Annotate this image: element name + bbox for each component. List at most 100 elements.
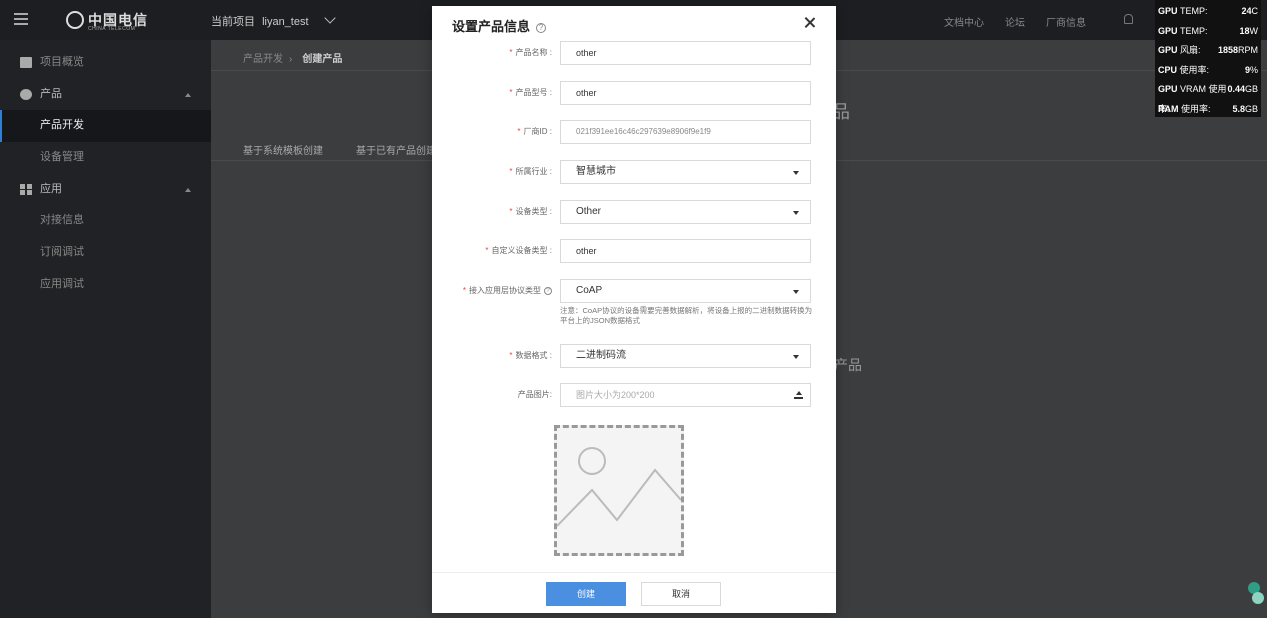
home-icon [20,57,32,68]
monitor-row: GPU 风扇: 1858RPM [1158,41,1258,61]
monitor-unit: W [1249,25,1259,36]
dialog-footer: 创建 取消 [432,572,836,613]
field-label-text: 产品图片: [517,390,552,399]
nav-link-docs[interactable]: 文档中心 [944,14,984,29]
monitor-value: 5.8 [1232,103,1245,114]
monitor-sub: 风扇: [1180,45,1201,55]
help-icon[interactable]: ? [544,286,552,295]
monitor-row: GPU TEMP: 18W [1158,22,1258,42]
floating-assistant-icon[interactable] [1246,580,1267,608]
dialog-title-text: 设置产品信息 [452,19,531,34]
monitor-unit: RPM [1238,45,1258,55]
required-mark: * [509,207,513,216]
monitor-value: 0.44 [1227,84,1245,94]
sidebar-item-label: 设备管理 [40,151,84,164]
cancel-button[interactable]: 取消 [641,582,721,606]
industry-select[interactable]: 智慧城市 [560,160,811,184]
protocol-select[interactable]: CoAP [560,279,811,303]
sidebar-group-product[interactable]: 产品 [0,79,211,111]
hamburger-menu-icon[interactable] [14,13,28,25]
field-label-text: 设备类型 : [515,207,552,216]
field-label: * 产品名称 : [509,47,552,58]
breadcrumb-separator-icon: › [289,54,293,65]
product-icon [20,88,32,100]
product-image-input[interactable]: 图片大小为200*200 [560,383,788,407]
upload-button[interactable] [787,383,811,407]
dialog-header: 设置产品信息? [432,6,836,40]
nav-link-vendor[interactable]: 厂商信息 [1046,14,1086,29]
vendor-id-input[interactable]: 021f391ee16c46c297639e8906f9e1f9 [560,120,811,144]
monitor-sub: 使用率: [1179,64,1210,75]
help-icon[interactable]: ? [536,22,547,33]
close-icon[interactable] [802,15,818,31]
monitor-row: RAM 使用率: 5.8GB [1158,100,1258,120]
monitor-unit: % [1249,64,1258,75]
product-model-input[interactable]: other [560,81,811,105]
form-row-product-model: * 产品型号 : other [432,81,836,105]
field-label: * 所属行业 : [509,166,552,177]
monitor-sub: TEMP: [1180,25,1208,36]
empty-state-text: 产品 [834,357,862,373]
project-label: 当前项目 [211,16,255,28]
field-label: 产品图片: [518,389,552,400]
app-grid-icon [20,183,32,195]
required-mark: * [509,167,513,176]
monitor-label: GPU [1158,6,1178,16]
sidebar-item-label: 应用 [40,182,62,195]
breadcrumb-item[interactable]: 产品开发 [243,54,283,65]
sidebar-item-label: 产品 [40,87,62,100]
form-row-product-image: 产品图片: 图片大小为200*200 [432,383,836,407]
sidebar-item-app-debug[interactable]: 应用调试 [0,269,211,301]
device-type-select[interactable]: Other [560,200,811,224]
hardware-monitor-overlay: GPU TEMP: 24C GPU TEMP: 18W GPU 风扇: 1858RPM… [1155,0,1261,117]
form-row-industry: * 所属行业 : 智慧城市 [432,160,836,184]
monitor-row: GPU VRAM 使用率: 0.44GB [1158,80,1258,114]
chevron-up-icon [185,92,191,97]
required-mark: * [509,351,513,360]
monitor-row: GPU TEMP: 24C [1158,2,1258,22]
form-row-vendor-id: * 厂商ID : 021f391ee16c46c297639e8906f9e1f9 [432,120,836,144]
monitor-label: RAM [1158,103,1179,114]
field-label: * 产品型号 : [509,87,552,98]
sidebar-item-subscription-debug[interactable]: 订阅调试 [0,237,211,269]
tab-system-template[interactable]: 基于系统模板创建 [243,142,323,157]
monitor-label: GPU [1158,25,1178,36]
field-label: * 接入应用层协议类型? [463,285,552,296]
sidebar-item-connect-info[interactable]: 对接信息 [0,205,211,237]
monitor-label: GPU [1158,84,1178,94]
form-row-product-name: * 产品名称 : other [432,41,836,65]
field-label: * 数据格式 : [509,350,552,361]
sidebar-item-label: 项目概览 [40,56,84,68]
sidebar-group-app[interactable]: 应用 [0,174,211,206]
field-label: * 设备类型 : [509,206,552,217]
tab-existing-product[interactable]: 基于已有产品创建 [356,142,436,157]
form-row-custom-device-type: * 自定义设备类型 : other [432,239,836,263]
bell-icon[interactable] [1124,14,1133,24]
sidebar-item-product-dev[interactable]: 产品开发 [0,110,211,143]
required-mark: * [509,88,513,97]
sidebar-item-overview[interactable]: 项目概览 [0,47,211,79]
nav-link-forum[interactable]: 论坛 [1005,14,1025,29]
sidebar: 项目概览 产品 产品开发 设备管理 应用 对接信息 订阅调试 应用调试 [0,40,211,618]
project-selector[interactable]: 当前项目 liyan_test [211,12,336,29]
monitor-value: 24 [1241,6,1252,16]
create-button[interactable]: 创建 [546,582,626,606]
sidebar-item-label: 应用调试 [40,277,84,290]
field-label: * 厂商ID : [517,126,552,137]
custom-device-type-input[interactable]: other [560,239,811,263]
required-mark: * [509,48,513,57]
sidebar-item-label: 产品开发 [40,119,84,132]
product-name-input[interactable]: other [560,41,811,65]
chevron-down-icon [323,12,336,24]
field-label-text: 所属行业 : [515,167,552,176]
protocol-note: 注意：CoAP协议的设备需要完善数据解析，将设备上报的二进制数据转换为平台上的J… [560,306,813,325]
data-format-select[interactable]: 二进制码流 [560,344,811,368]
required-mark: * [485,246,489,255]
sidebar-item-device-mgmt[interactable]: 设备管理 [0,142,211,174]
breadcrumb: 产品开发 › 创建产品 [243,50,342,65]
product-info-dialog: 设置产品信息? * 产品名称 : other * 产品型号 : other * 厂商I… [432,6,836,613]
required-mark: * [462,286,466,295]
monitor-unit: GB [1244,84,1258,94]
chevron-up-icon [185,187,191,192]
required-mark: * [517,127,521,136]
